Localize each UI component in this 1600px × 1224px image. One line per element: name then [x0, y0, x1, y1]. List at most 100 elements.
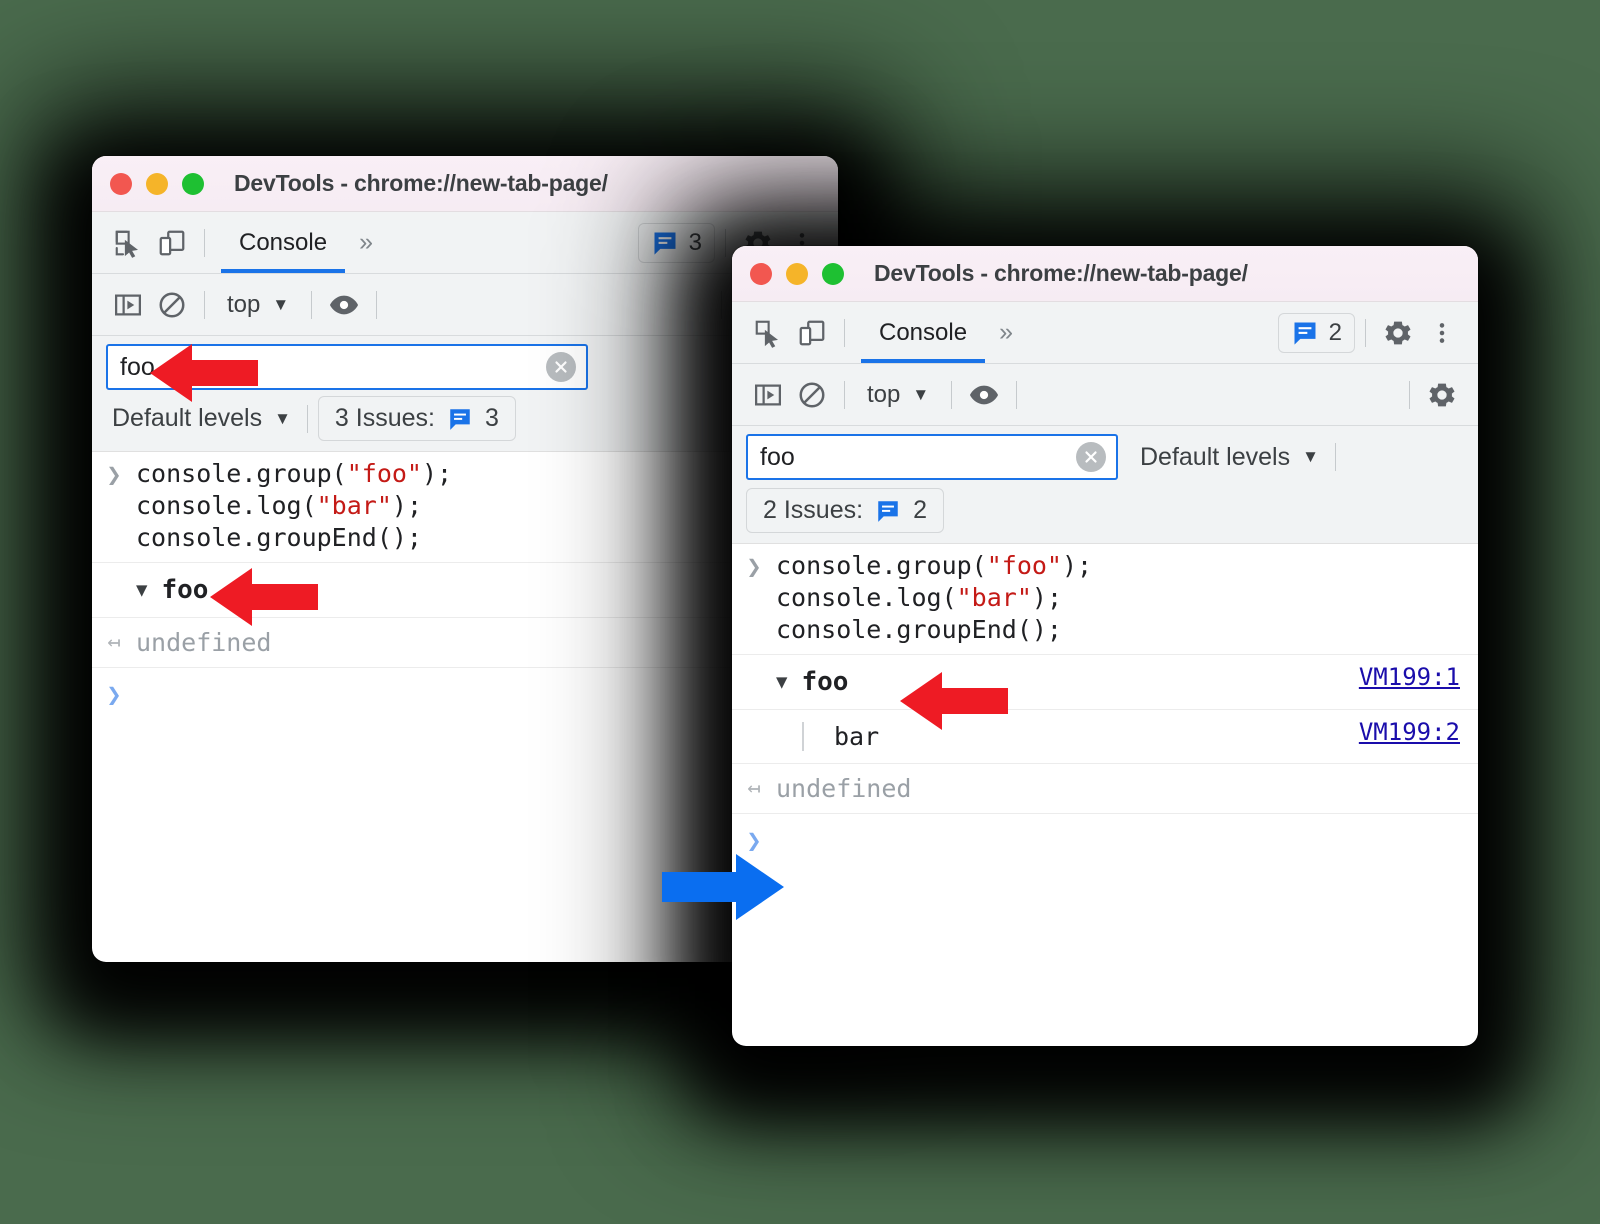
filter-divider-4 [720, 290, 722, 319]
blue-arrow-transition [662, 851, 784, 923]
search-input[interactable]: foo [746, 434, 1118, 480]
chevron-down-icon: ▼ [912, 384, 930, 404]
toolbar-divider [844, 318, 845, 347]
execution-context-label: top [867, 380, 901, 408]
console-group-header[interactable]: ▼ foo [776, 667, 848, 697]
search-row-divider [1334, 443, 1336, 471]
clear-input-icon[interactable] [546, 352, 576, 382]
console-result-value: undefined [136, 628, 272, 657]
console-source-link[interactable]: VM199:1 [1359, 663, 1460, 691]
filter-divider [204, 290, 205, 319]
issues-badge[interactable]: 2 [1277, 312, 1355, 353]
gear-icon[interactable] [1420, 373, 1464, 417]
issues-count: 2 [1328, 318, 1342, 346]
window1-main-toolbar: Console » 3 [92, 212, 838, 274]
gear-icon[interactable] [1376, 311, 1420, 355]
maximize-button[interactable] [182, 172, 204, 195]
console-child-message: bar [802, 722, 879, 751]
inspect-cursor-icon[interactable] [746, 311, 790, 355]
minimize-button[interactable] [786, 262, 808, 285]
window1-traffic-lights[interactable] [110, 172, 204, 195]
filter-divider-2 [951, 380, 953, 409]
console-child-source-link[interactable]: VM199:2 [1359, 718, 1460, 746]
issues-summary-count: 3 [484, 404, 499, 432]
filter-divider-4 [1409, 380, 1410, 409]
filter-divider-2 [311, 290, 313, 319]
execution-context-label: top [227, 290, 261, 318]
window1-titlebar[interactable]: DevTools - chrome://new-tab-page/ [92, 156, 838, 212]
console-group-label: foo [161, 575, 209, 605]
minimize-button[interactable] [146, 172, 168, 195]
console-input-row[interactable]: ❯ console.group("foo"); console.log("bar… [732, 544, 1478, 655]
group-gutter [732, 667, 776, 669]
console-input-row[interactable]: ❯ console.group("foo"); console.log("bar… [92, 452, 838, 563]
toolbar-divider-2 [725, 228, 726, 257]
clear-console-icon[interactable] [790, 373, 834, 417]
console-sidebar-icon[interactable] [106, 283, 150, 327]
maximize-button[interactable] [822, 262, 844, 285]
issues-count: 3 [688, 228, 702, 256]
console-result-row: ↤ undefined [732, 764, 1478, 814]
window2-issues-row: 2 Issues: 2 [732, 484, 1478, 543]
console-sidebar-icon[interactable] [746, 373, 790, 417]
console-prompt-row[interactable]: ❯ [732, 814, 1478, 865]
toolbar-divider [204, 228, 205, 257]
issues-speech-bubble-icon [875, 498, 901, 524]
search-input-value: foo [760, 442, 795, 471]
group-collapse-triangle-icon[interactable]: ▼ [776, 671, 787, 693]
filter-divider-3 [1016, 380, 1018, 409]
inspect-cursor-icon[interactable] [106, 221, 150, 265]
log-levels-label: Default levels [112, 404, 263, 432]
window2-console-output[interactable]: ❯ console.group("foo"); console.log("bar… [732, 543, 1478, 865]
window1-filter-toolbar: top ▼ 1 hidde [92, 274, 838, 336]
issues-badge[interactable]: 3 [637, 222, 715, 263]
console-input-code: console.group("foo"); console.log("bar")… [776, 551, 1093, 644]
live-expression-eye-icon[interactable] [962, 373, 1006, 417]
tab-console-label: Console [879, 318, 968, 346]
execution-context-select[interactable]: top ▼ [855, 381, 941, 409]
console-group-child-row[interactable]: bar VM199:2 [732, 710, 1478, 764]
output-arrow-icon: ↤ [107, 630, 121, 655]
prompt-arrow-icon: ❯ [106, 680, 122, 709]
window1-console-output[interactable]: ❯ console.group("foo"); console.log("bar… [92, 451, 838, 719]
devtools-window-1[interactable]: DevTools - chrome://new-tab-page/ Consol… [92, 156, 838, 962]
tab-console-label: Console [239, 228, 328, 256]
console-group-row[interactable]: ▼ foo VM199:1 [732, 655, 1478, 710]
live-expression-eye-icon[interactable] [322, 283, 366, 327]
console-input-code: console.group("foo"); console.log("bar")… [136, 459, 453, 552]
red-arrow-group-window2 [900, 670, 1010, 732]
close-button[interactable] [750, 262, 772, 285]
chevron-down-icon: ▼ [1302, 447, 1319, 466]
tab-console[interactable]: Console [861, 302, 986, 363]
close-button[interactable] [110, 172, 132, 195]
toolbar-divider-2 [1365, 318, 1366, 347]
window2-traffic-lights[interactable] [750, 262, 844, 285]
window2-titlebar[interactable]: DevTools - chrome://new-tab-page/ [732, 246, 1478, 302]
more-tabs-chevron-icon[interactable]: » [985, 318, 1027, 347]
clear-console-icon[interactable] [150, 283, 194, 327]
clear-input-icon[interactable] [1076, 442, 1106, 472]
levels-divider [306, 404, 308, 433]
window1-title: DevTools - chrome://new-tab-page/ [234, 170, 608, 196]
console-group-header[interactable]: ▼ foo [136, 575, 208, 605]
execution-context-select[interactable]: top ▼ [215, 291, 301, 319]
window2-filter-toolbar: top ▼ [732, 364, 1478, 426]
tab-console[interactable]: Console [221, 212, 346, 273]
console-prompt-row[interactable]: ❯ [92, 668, 838, 719]
console-group-row[interactable]: ▼ foo VM111 [92, 563, 838, 618]
device-toolbar-icon[interactable] [790, 311, 834, 355]
three-dot-menu-icon[interactable] [1420, 311, 1464, 355]
child-gutter [732, 722, 776, 724]
log-levels-select[interactable]: Default levels ▼ [1134, 435, 1325, 480]
issues-summary-button[interactable]: 2 Issues: 2 [746, 488, 944, 533]
output-arrow-icon: ↤ [747, 776, 761, 801]
more-tabs-chevron-icon[interactable]: » [345, 228, 387, 257]
group-expand-triangle-icon[interactable]: ▼ [136, 579, 147, 601]
issues-summary-button[interactable]: 3 Issues: 3 [317, 396, 516, 441]
console-result-value: undefined [776, 774, 912, 803]
issues-summary-label: 3 Issues: [334, 404, 435, 432]
red-arrow-group-window1 [210, 566, 320, 628]
devtools-window-2[interactable]: DevTools - chrome://new-tab-page/ Consol… [732, 246, 1478, 1046]
window2-title: DevTools - chrome://new-tab-page/ [874, 260, 1248, 286]
device-toolbar-icon[interactable] [150, 221, 194, 265]
